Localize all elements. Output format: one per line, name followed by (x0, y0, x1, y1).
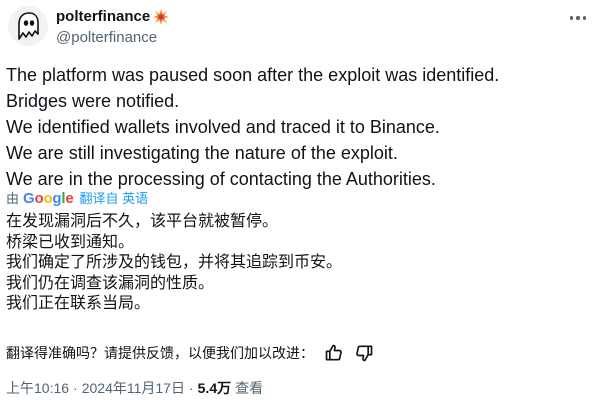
thumbs-up-icon[interactable] (324, 343, 344, 363)
translated-by-label: 由 (6, 191, 20, 206)
tweet-line: The platform was paused soon after the e… (6, 65, 500, 85)
translation-attribution: 由 Google 翻译自 英语 (6, 190, 148, 208)
meta-separator: · (73, 380, 78, 396)
more-dots-icon (582, 16, 587, 20)
google-logo-letter: G (23, 190, 35, 207)
tweet-date[interactable]: 2024年11月17日 (82, 379, 185, 397)
tweet-line: We identified wallets involved and trace… (6, 117, 440, 137)
avatar[interactable] (8, 6, 48, 46)
user-handle[interactable]: @polterfinance (56, 29, 157, 47)
translated-from-link[interactable]: 翻译自 英语 (80, 190, 149, 208)
more-dots-icon (576, 16, 580, 20)
feedback-prompt: 翻译得准确吗？请提供反馈，以便我们加以改进： (6, 345, 314, 361)
tweet-meta: 上午10:16 · 2024年11月17日 · 5.4万 查看 (6, 379, 263, 397)
explosion-icon (153, 9, 170, 25)
more-options-button[interactable] (566, 9, 590, 27)
more-dots-icon (569, 16, 574, 20)
tweet-line: Bridges were notified. (6, 91, 180, 111)
tweet-time[interactable]: 上午10:16 (6, 379, 69, 397)
user-name-row[interactable]: polterfinance (56, 8, 170, 26)
translated-line: 桥梁已收到通知。 (6, 233, 135, 251)
user-name[interactable]: polterfinance (56, 8, 150, 26)
google-logo-letter: e (65, 190, 74, 207)
meta-separator: · (188, 380, 194, 396)
tweet-line: We are still investigating the nature of… (6, 143, 398, 163)
translated-line: 我们仍在调查该漏洞的性质。 (6, 274, 215, 292)
google-logo: Google (23, 190, 74, 208)
ghost-icon (18, 12, 39, 40)
translated-line: 在发现漏洞后不久，该平台就被暂停。 (6, 213, 279, 230)
thumbs-down-icon[interactable] (354, 343, 374, 363)
translated-line: 我们确定了所涉及的钱包，并将其追踪到币安。 (6, 254, 343, 271)
tweet-line: We are in the processing of contacting t… (6, 169, 436, 189)
tweet-text: The platform was paused soon after the e… (6, 62, 596, 192)
views-label[interactable]: 查看 (235, 379, 263, 397)
views-count[interactable]: 5.4万 (198, 379, 231, 397)
translation-feedback: 翻译得准确吗？请提供反馈，以便我们加以改进： (6, 343, 374, 363)
translated-line: 我们正在联系当局。 (6, 295, 151, 312)
translated-text: 在发现漏洞后不久，该平台就被暂停。 桥梁已收到通知。 我们确定了所涉及的钱包，并… (6, 212, 596, 315)
